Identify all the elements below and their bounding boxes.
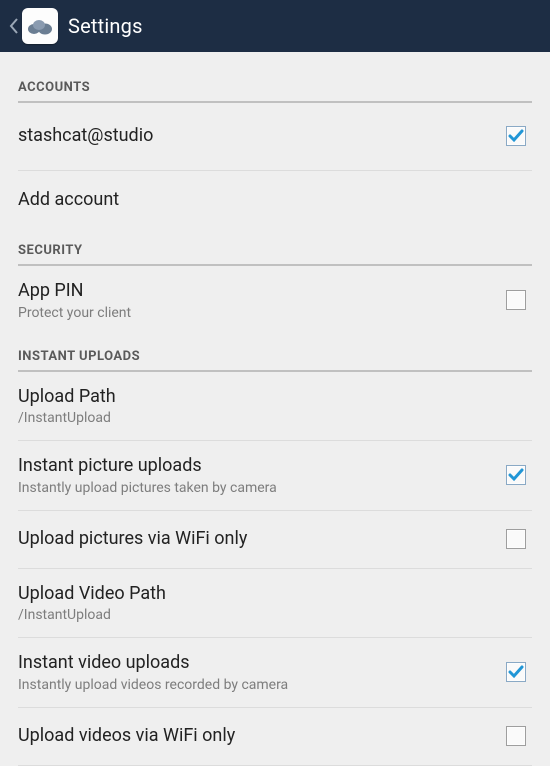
- upload-path-row[interactable]: Upload Path /InstantUpload: [18, 372, 532, 442]
- section-accounts-header: ACCOUNTS: [18, 52, 532, 103]
- section-instant-header: INSTANT UPLOADS: [18, 335, 532, 372]
- video-wifi-title: Upload videos via WiFi only: [18, 725, 235, 748]
- account-name: stashcat@studio: [18, 125, 153, 148]
- picture-wifi-row[interactable]: Upload pictures via WiFi only: [18, 511, 532, 569]
- back-button[interactable]: [6, 0, 22, 52]
- app-header: Settings: [0, 0, 550, 52]
- settings-content: ACCOUNTS stashcat@studio Add account SEC…: [0, 52, 550, 766]
- instant-video-checkbox[interactable]: [506, 662, 526, 682]
- instant-picture-row[interactable]: Instant picture uploads Instantly upload…: [18, 441, 532, 511]
- picture-wifi-title: Upload pictures via WiFi only: [18, 528, 247, 551]
- picture-wifi-checkbox[interactable]: [506, 529, 526, 549]
- account-checkbox[interactable]: [506, 126, 526, 146]
- app-pin-title: App PIN: [18, 280, 131, 303]
- page-title: Settings: [68, 14, 143, 38]
- instant-video-sub: Instantly upload videos recorded by came…: [18, 677, 288, 693]
- app-pin-row[interactable]: App PIN Protect your client: [18, 266, 532, 335]
- video-wifi-row[interactable]: Upload videos via WiFi only: [18, 708, 532, 766]
- video-path-sub: /InstantUpload: [18, 607, 166, 623]
- instant-video-title: Instant video uploads: [18, 652, 288, 675]
- section-security-header: SECURITY: [18, 229, 532, 266]
- app-pin-sub: Protect your client: [18, 305, 131, 321]
- upload-path-title: Upload Path: [18, 386, 116, 409]
- owncloud-icon[interactable]: [22, 8, 58, 44]
- add-account-label: Add account: [18, 189, 119, 212]
- upload-path-sub: /InstantUpload: [18, 410, 116, 426]
- video-path-row[interactable]: Upload Video Path /InstantUpload: [18, 569, 532, 639]
- instant-video-row[interactable]: Instant video uploads Instantly upload v…: [18, 638, 532, 708]
- account-row[interactable]: stashcat@studio: [18, 103, 532, 171]
- video-path-title: Upload Video Path: [18, 583, 166, 606]
- video-wifi-checkbox[interactable]: [506, 726, 526, 746]
- instant-picture-title: Instant picture uploads: [18, 455, 277, 478]
- instant-picture-sub: Instantly upload pictures taken by camer…: [18, 480, 277, 496]
- instant-picture-checkbox[interactable]: [506, 465, 526, 485]
- add-account-row[interactable]: Add account: [18, 171, 532, 230]
- app-pin-checkbox[interactable]: [506, 290, 526, 310]
